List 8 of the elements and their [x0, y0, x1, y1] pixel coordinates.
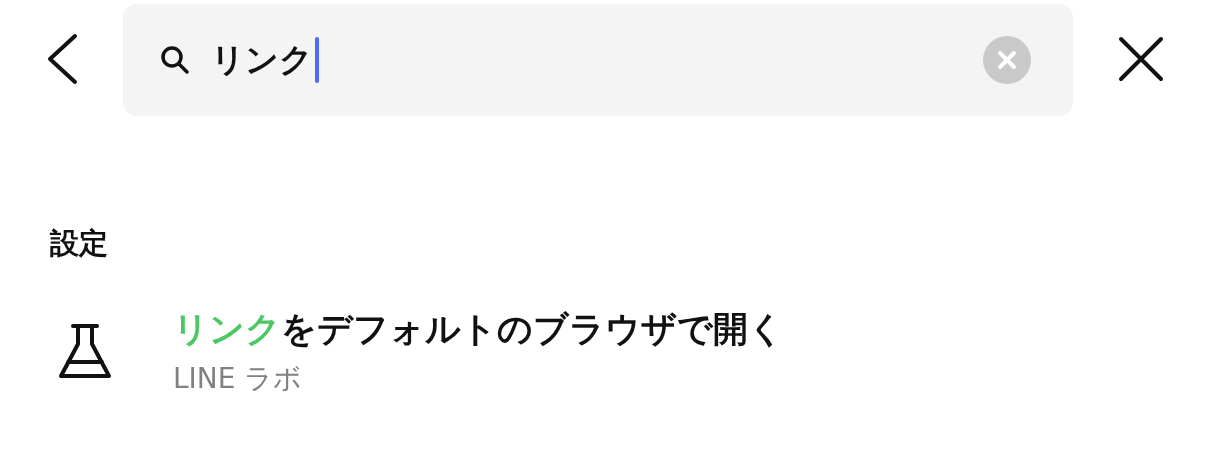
- back-icon[interactable]: [45, 33, 79, 85]
- section-title: 設定: [50, 225, 109, 262]
- search-field[interactable]: リンク: [123, 4, 1073, 116]
- result-item[interactable]: リンク をデフォルトのブラウザで開く LINE ラボ: [0, 305, 1206, 399]
- result-title: リンク をデフォルトのブラウザで開く: [173, 308, 784, 351]
- search-icon: [159, 44, 191, 76]
- result-subtitle: LINE ラボ: [173, 361, 304, 397]
- close-icon[interactable]: [1118, 36, 1164, 82]
